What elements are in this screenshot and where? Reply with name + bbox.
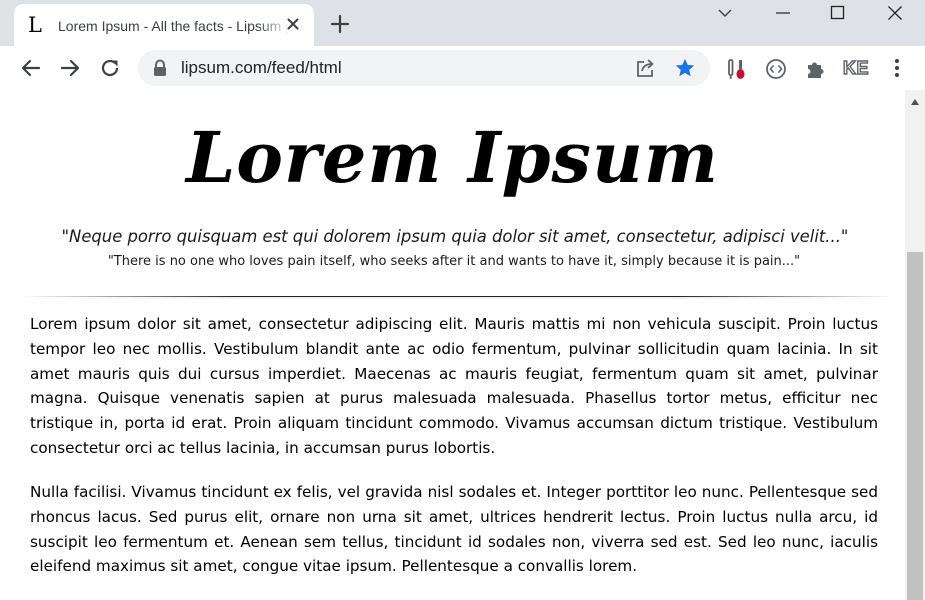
reload-icon[interactable] bbox=[97, 55, 123, 81]
minimize-icon[interactable] bbox=[760, 0, 806, 26]
close-icon[interactable] bbox=[284, 15, 302, 33]
profile-avatar[interactable]: KE bbox=[842, 57, 871, 79]
kebab-menu-icon[interactable] bbox=[888, 57, 906, 79]
tools-icon[interactable] bbox=[725, 57, 749, 81]
divider-shadow bbox=[20, 297, 894, 299]
browser-toolbar: lipsum.com/feed/html KE bbox=[0, 46, 925, 90]
arrow-left-icon[interactable] bbox=[18, 55, 44, 81]
maximize-icon[interactable] bbox=[815, 0, 861, 26]
plus-icon[interactable] bbox=[328, 12, 352, 36]
chevron-down-icon[interactable] bbox=[702, 0, 748, 26]
puzzle-icon[interactable] bbox=[804, 57, 828, 81]
lock-icon[interactable] bbox=[152, 59, 168, 77]
tab-strip: L Lorem Ipsum - All the facts - Lipsum g… bbox=[0, 0, 925, 46]
lorem-paragraph-1: Lorem ipsum dolor sit amet, consectetur … bbox=[30, 315, 878, 457]
url-text[interactable]: lipsum.com/feed/html bbox=[181, 58, 342, 78]
scrollbar-thumb[interactable] bbox=[907, 252, 923, 600]
star-icon[interactable] bbox=[674, 57, 696, 79]
arrow-right-icon[interactable] bbox=[57, 55, 83, 81]
lorem-paragraph-2: Nulla facilisi. Vivamus tincidunt ex fel… bbox=[30, 483, 878, 576]
page-title: Lorem Ipsum bbox=[186, 116, 719, 199]
vertical-scrollbar[interactable] bbox=[905, 90, 925, 600]
page-viewport: Lorem Ipsum "Neque porro quisquam est qu… bbox=[0, 90, 905, 600]
browser-tab[interactable]: L Lorem Ipsum - All the facts - Lipsum g… bbox=[14, 4, 314, 46]
address-bar[interactable]: lipsum.com/feed/html bbox=[138, 50, 710, 86]
latin-quote: "Neque porro quisquam est qui dolorem ip… bbox=[61, 227, 849, 246]
share-icon[interactable] bbox=[635, 58, 657, 78]
tab-title: Lorem Ipsum - All the facts - Lipsum gen… bbox=[58, 18, 290, 34]
site-favicon-icon: L bbox=[28, 13, 42, 37]
english-quote: "There is no one who loves pain itself, … bbox=[107, 254, 801, 269]
window-close-icon[interactable] bbox=[872, 0, 918, 26]
code-icon[interactable] bbox=[764, 57, 788, 81]
scroll-up-arrow-icon[interactable] bbox=[905, 90, 925, 114]
